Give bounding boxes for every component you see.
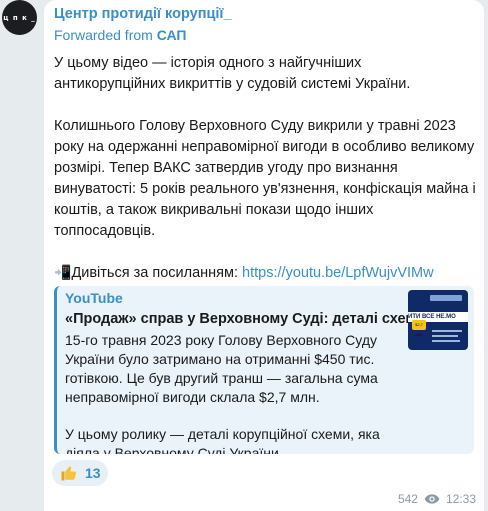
preview-thumbnail[interactable]: ИТИ ВСЕ НЕ.МО $2,7 млн bbox=[408, 290, 468, 350]
link-preview[interactable]: YouTube «Продаж» справ у Верховному Суді… bbox=[54, 286, 474, 454]
forwarded-prefix: Forwarded from bbox=[54, 27, 153, 43]
thumbs-up-icon bbox=[61, 466, 77, 481]
preview-description: 15-го травня 2023 року Голову Верховного… bbox=[65, 331, 407, 454]
thumbnail-logo bbox=[430, 295, 462, 301]
thumbnail-badge: $2,7 млн bbox=[412, 320, 426, 337]
message-bubble: Центр протидії корупції_ Forwarded from … bbox=[44, 0, 484, 511]
channel-name[interactable]: Центр протидії корупції_ bbox=[54, 6, 232, 22]
message-text: У цьому відео — історія одного з найгучн… bbox=[54, 53, 476, 284]
thumbnail-line bbox=[432, 340, 460, 342]
message-paragraph-1: У цьому відео — історія одного з найгучн… bbox=[54, 55, 411, 92]
channel-avatar[interactable]: ц п к _ bbox=[2, 0, 37, 35]
message-time: 12:33 bbox=[445, 492, 476, 506]
thumbnail-line bbox=[432, 330, 462, 332]
forwarded-from: Forwarded from САП bbox=[54, 27, 186, 43]
preview-site-name: YouTube bbox=[65, 290, 123, 306]
view-count: 542 bbox=[397, 492, 418, 506]
thumbnail-line bbox=[432, 335, 458, 337]
reaction-thumbs-up[interactable]: 13 bbox=[52, 460, 108, 486]
preview-description-2: У цьому ролику — деталі корупційної схем… bbox=[65, 426, 380, 454]
preview-title: «Продаж» справ у Верховному Суді: деталі… bbox=[65, 311, 426, 327]
message-paragraph-2: Колишнього Голову Верховного Суду викрил… bbox=[54, 118, 476, 239]
reaction-count: 13 bbox=[85, 465, 101, 481]
youtube-link[interactable]: https://youtu.be/LpfWujvVIMw bbox=[242, 265, 434, 281]
message-link-line: 📲Дивіться за посиланням: https://youtu.b… bbox=[54, 263, 476, 284]
forwarded-source-link[interactable]: САП bbox=[157, 27, 187, 43]
mobile-phone-icon: 📲 bbox=[54, 265, 72, 281]
message-meta: 542 12:33 bbox=[398, 492, 476, 506]
eye-icon bbox=[424, 494, 440, 504]
link-label: Дивіться за посиланням: bbox=[71, 265, 239, 281]
preview-description-1: 15-го травня 2023 року Голову Верховного… bbox=[65, 332, 378, 405]
